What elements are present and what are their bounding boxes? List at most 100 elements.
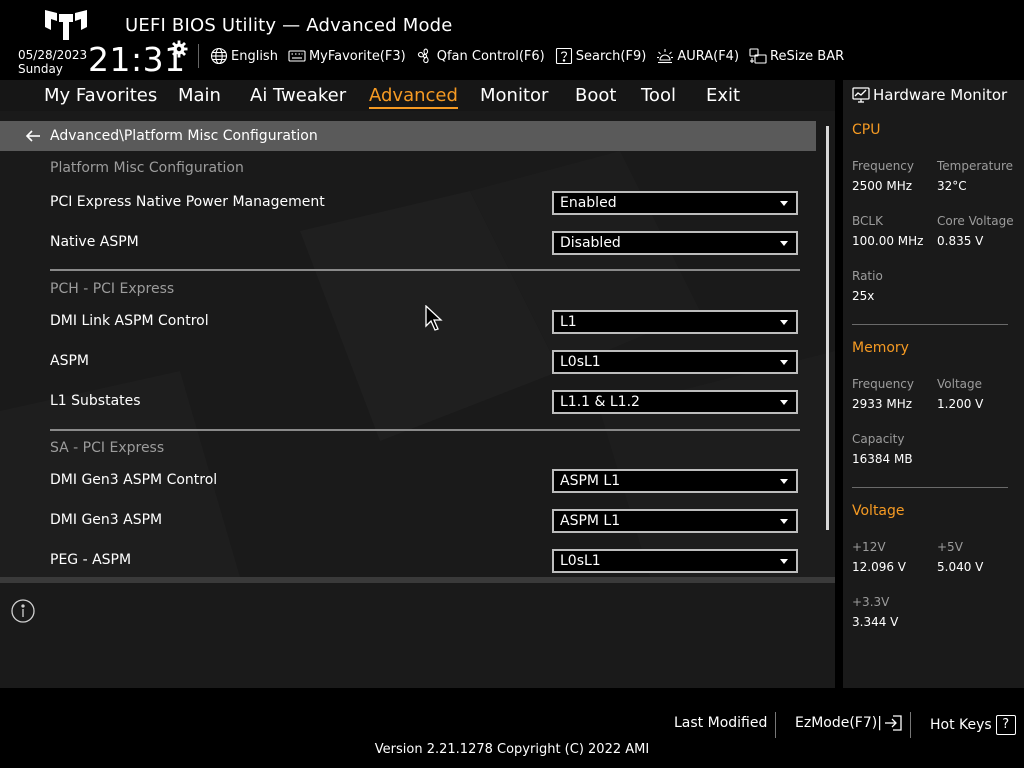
dropdown-value: L0sL1 [560, 553, 601, 569]
hot-keys-label: Hot Keys [930, 717, 992, 733]
chevron-down-icon [780, 319, 788, 325]
aura-button[interactable]: AURA(F4) [656, 47, 739, 65]
memory-voltage-value: 1.200 V [937, 397, 984, 411]
tab-advanced[interactable]: Advanced [369, 85, 458, 109]
hardware-monitor-label: Hardware Monitor [873, 86, 1008, 104]
chevron-down-icon [780, 518, 788, 524]
tuf-logo [45, 10, 87, 40]
date-display: 05/28/2023 Sunday [18, 48, 87, 76]
back-arrow-icon[interactable] [25, 128, 41, 144]
info-icon [11, 599, 35, 623]
dmi-link-aspm-dropdown[interactable]: L1 [552, 310, 798, 334]
mouse-cursor-icon [425, 305, 443, 331]
hardware-monitor-title: Hardware Monitor [852, 86, 1007, 104]
v12-label: +12V [852, 540, 886, 554]
section-divider [50, 269, 800, 271]
setting-label: DMI Gen3 ASPM [50, 512, 163, 528]
hwm-divider [852, 324, 1008, 325]
hot-keys-button[interactable]: Hot Keys ? [930, 715, 1016, 735]
tab-ai-tweaker[interactable]: Ai Tweaker [250, 85, 346, 106]
last-modified-button[interactable]: Last Modified [674, 715, 767, 731]
memory-frequency-label: Frequency [852, 377, 914, 391]
chevron-down-icon [780, 240, 788, 246]
v5-value: 5.040 V [937, 560, 984, 574]
cpu-heading: CPU [852, 122, 881, 138]
cpu-frequency-label: Frequency [852, 159, 914, 173]
toolbar: English MyFavorite(F3) Qfan Control(F6) … [210, 46, 854, 66]
dmi-gen3-aspm-control-dropdown[interactable]: ASPM L1 [552, 469, 798, 493]
breadcrumb-path: Advanced\Platform Misc Configuration [50, 128, 318, 144]
search-label: Search(F9) [575, 48, 647, 64]
peg-aspm-dropdown[interactable]: L0sL1 [552, 549, 798, 573]
hwm-divider [852, 487, 1008, 488]
myfavorite-button[interactable]: MyFavorite(F3) [288, 47, 406, 65]
ezmode-label: EzMode(F7)| [795, 715, 882, 731]
dropdown-value: Disabled [560, 235, 621, 251]
myfavorite-label: MyFavorite(F3) [308, 48, 406, 64]
native-aspm-dropdown[interactable]: Disabled [552, 231, 798, 255]
tab-monitor[interactable]: Monitor [480, 85, 548, 106]
setting-label: DMI Link ASPM Control [50, 313, 209, 329]
section-title-sa: SA - PCI Express [50, 440, 165, 456]
setting-label: Native ASPM [50, 234, 139, 250]
dropdown-value: L0sL1 [560, 354, 601, 370]
section-title-platform: Platform Misc Configuration [50, 160, 244, 176]
v12-value: 12.096 V [852, 560, 907, 574]
settings-panel: Advanced\Platform Misc Configuration Pla… [0, 111, 835, 577]
tab-tool[interactable]: Tool [641, 85, 676, 106]
footer-divider [775, 712, 776, 738]
cpu-temperature-label: Temperature [937, 159, 1014, 173]
chevron-down-icon [780, 478, 788, 484]
core-voltage-label: Core Voltage [937, 214, 1014, 228]
background-pattern [0, 151, 835, 577]
globe-icon [210, 47, 228, 65]
footer-divider [910, 712, 911, 738]
dmi-gen3-aspm-dropdown[interactable]: ASPM L1 [552, 509, 798, 533]
setting-label: PEG - ASPM [50, 552, 132, 568]
core-voltage-value: 0.835 V [937, 234, 984, 248]
tab-boot[interactable]: Boot [575, 85, 616, 106]
scrollbar[interactable] [826, 126, 829, 530]
capacity-value: 16384 MB [852, 452, 913, 466]
tab-main[interactable]: Main [178, 85, 221, 106]
tab-my-favorites[interactable]: My Favorites [44, 85, 157, 106]
chevron-down-icon [780, 558, 788, 564]
resize-bar-button[interactable]: ReSize BAR [749, 47, 844, 65]
v5-label: +5V [937, 540, 963, 554]
setting-label: DMI Gen3 ASPM Control [50, 472, 218, 488]
monitor-icon [852, 87, 870, 103]
pcie-native-power-dropdown[interactable]: Enabled [552, 191, 798, 215]
dropdown-value: L1.1 & L1.2 [560, 394, 640, 410]
breadcrumb: Advanced\Platform Misc Configuration [0, 121, 816, 151]
qfan-control-button[interactable]: Qfan Control(F6) [416, 47, 545, 65]
setting-label: L1 Substates [50, 393, 141, 409]
ratio-label: Ratio [852, 269, 883, 283]
exit-arrow-icon [884, 715, 902, 731]
aura-icon [657, 49, 674, 64]
section-title-pch: PCH - PCI Express [50, 281, 175, 297]
resize-bar-label: ReSize BAR [770, 48, 845, 64]
section-divider [50, 429, 800, 431]
dropdown-value: ASPM L1 [560, 473, 621, 489]
fan-icon [417, 48, 429, 64]
gear-icon[interactable] [170, 40, 188, 58]
cpu-temperature-value: 32°C [937, 179, 967, 193]
keyboard-icon [288, 50, 306, 62]
v33-value: 3.344 V [852, 615, 899, 629]
question-icon: ? [995, 715, 1016, 735]
l1-substates-dropdown[interactable]: L1.1 & L1.2 [552, 390, 798, 414]
header-divider [198, 44, 199, 68]
bclk-label: BCLK [852, 214, 883, 228]
memory-heading: Memory [852, 340, 909, 356]
language-button[interactable]: English [210, 47, 278, 65]
tab-exit[interactable]: Exit [706, 85, 740, 106]
ratio-value: 25x [852, 289, 875, 303]
ezmode-button[interactable]: EzMode(F7)| [795, 715, 902, 731]
version-text: Version 2.21.1278 Copyright (C) 2022 AMI [374, 742, 650, 757]
cpu-frequency-value: 2500 MHz [852, 179, 913, 193]
search-button[interactable]: Search(F9) [555, 47, 647, 65]
hardware-monitor-panel: Hardware Monitor CPU Frequency Temperatu… [843, 80, 1024, 688]
app-title: UEFI BIOS Utility — Advanced Mode [125, 15, 453, 36]
aspm-dropdown[interactable]: L0sL1 [552, 350, 798, 374]
v33-label: +3.3V [852, 595, 890, 609]
